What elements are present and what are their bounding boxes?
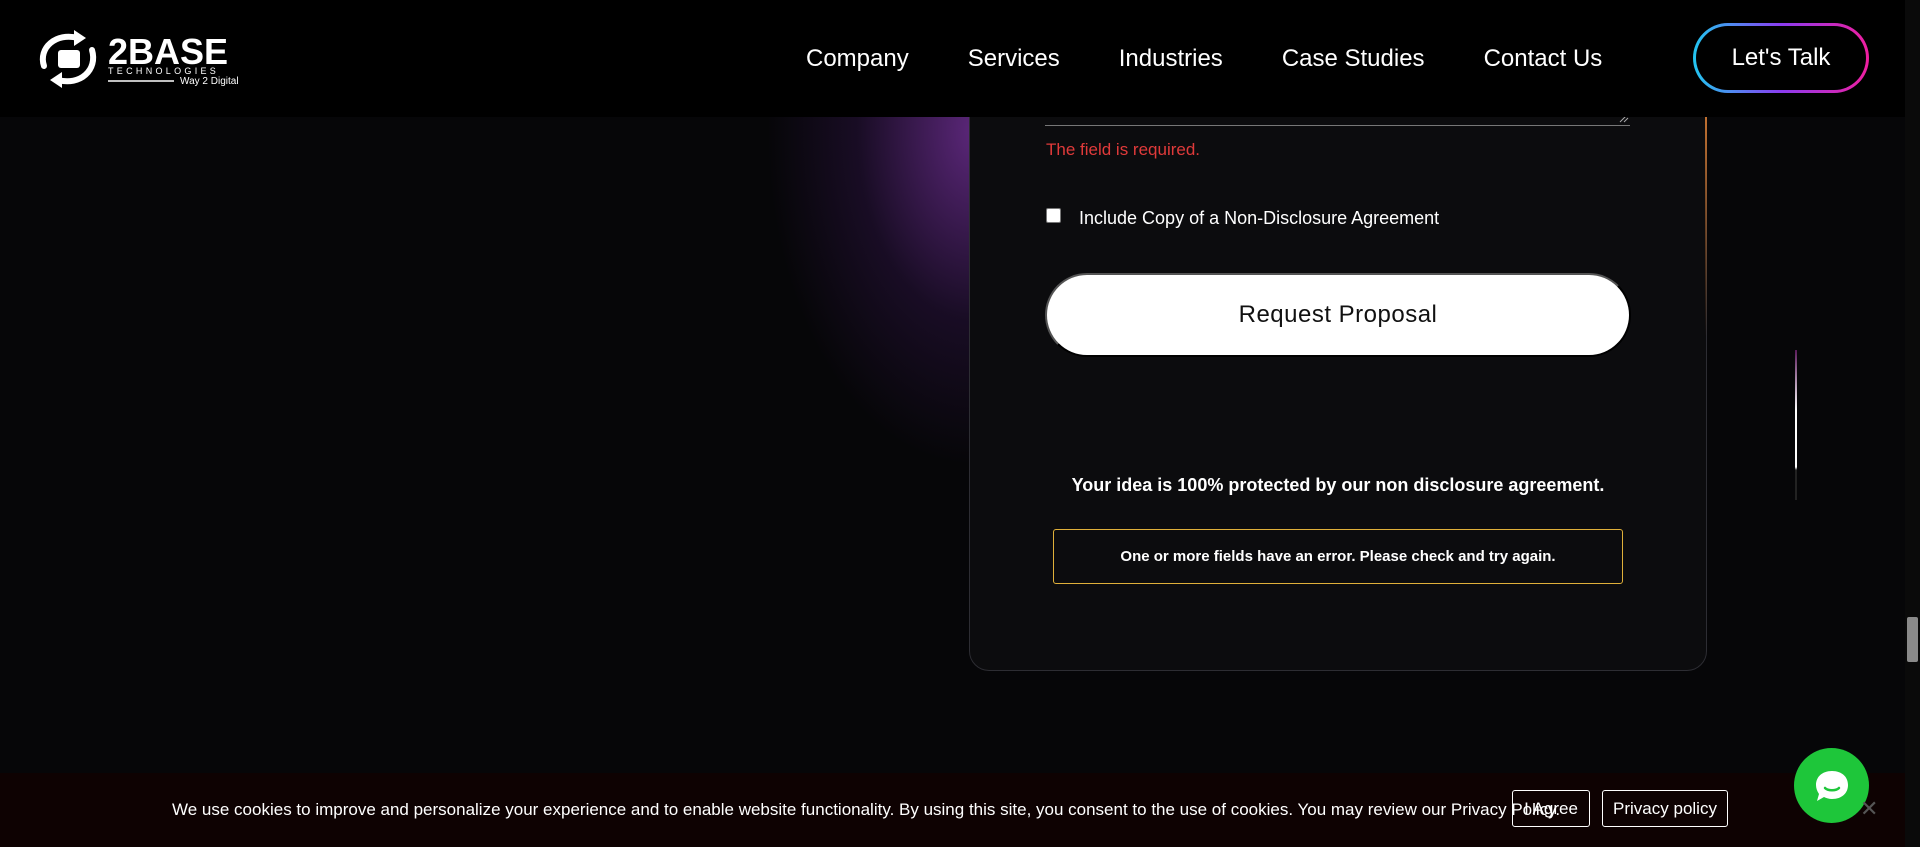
nav-contact-us[interactable]: Contact Us — [1484, 45, 1603, 73]
form-error-alert: One or more fields have an error. Please… — [1053, 529, 1623, 584]
main-nav: Company Services Industries Case Studies… — [806, 0, 1661, 117]
cookie-consent-text: We use cookies to improve and personaliz… — [172, 800, 1561, 819]
lets-talk-button[interactable]: Let's Talk — [1693, 23, 1869, 93]
lets-talk-label: Let's Talk — [1696, 26, 1866, 90]
page: 2BASE TECHNOLOGIES Way 2 Digital Company… — [0, 0, 1920, 847]
page-scrollbar[interactable] — [1905, 0, 1920, 847]
request-proposal-button[interactable]: Request Proposal — [1045, 273, 1631, 357]
cookie-consent-bar: We use cookies to improve and personaliz… — [0, 773, 1905, 847]
cookie-agree-button[interactable]: I Agree — [1512, 790, 1590, 827]
svg-text:TECHNOLOGIES: TECHNOLOGIES — [108, 66, 219, 76]
chat-bubble-icon — [1815, 770, 1848, 801]
section-scroll-indicator — [1795, 350, 1797, 500]
nav-industries[interactable]: Industries — [1119, 45, 1223, 73]
brand-logo[interactable]: 2BASE TECHNOLOGIES Way 2 Digital — [34, 26, 254, 92]
svg-text:Way 2 Digital: Way 2 Digital — [180, 76, 239, 87]
nav-company[interactable]: Company — [806, 45, 909, 73]
nda-checkbox-label[interactable]: Include Copy of a Non-Disclosure Agreeme… — [1079, 208, 1439, 229]
field-error-message: The field is required. — [1046, 140, 1201, 159]
scrollbar-thumb[interactable] — [1907, 617, 1918, 662]
nav-case-studies[interactable]: Case Studies — [1282, 45, 1425, 73]
nda-checkbox[interactable] — [1046, 208, 1061, 223]
close-icon[interactable]: ✕ — [1860, 796, 1878, 822]
card-accent-line — [1705, 117, 1707, 337]
nda-protection-note: Your idea is 100% protected by our non d… — [1071, 475, 1605, 495]
privacy-policy-button[interactable]: Privacy policy — [1602, 790, 1728, 827]
site-header: 2BASE TECHNOLOGIES Way 2 Digital Company… — [0, 0, 1905, 117]
2base-logo-icon: 2BASE TECHNOLOGIES Way 2 Digital — [39, 30, 239, 88]
nav-services[interactable]: Services — [968, 45, 1060, 73]
chat-launcher-button[interactable] — [1794, 748, 1869, 823]
